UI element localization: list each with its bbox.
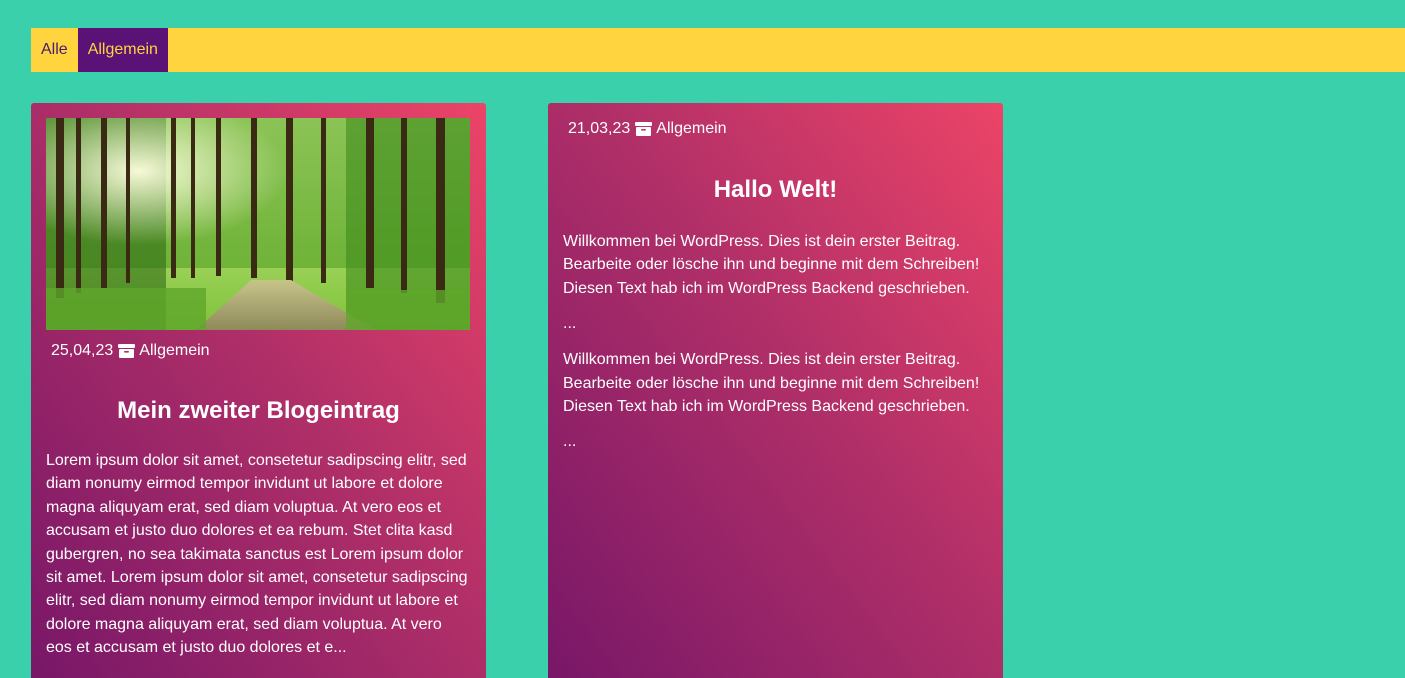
- archive-icon: [118, 344, 136, 358]
- post-excerpt: Willkommen bei WordPress. Dies ist dein …: [563, 233, 980, 297]
- post-date: 21,03,23: [568, 120, 631, 137]
- read-more-ellipsis: ...: [563, 433, 577, 451]
- archive-icon: [635, 122, 653, 136]
- filter-allgemein-button[interactable]: Allgemein: [77, 28, 168, 72]
- post-meta: 21,03,23 Allgemein: [563, 118, 988, 140]
- post-excerpt: Lorem ipsum dolor sit amet, consetetur s…: [46, 452, 468, 657]
- post-card[interactable]: 25,04,23 Allgemein Mein zweiter Blogeint…: [31, 103, 486, 678]
- post-category-link[interactable]: Allgemein: [656, 120, 726, 138]
- post-thumbnail-forest-image[interactable]: [46, 118, 470, 330]
- post-title[interactable]: Hallo Welt!: [563, 176, 988, 204]
- category-filter-bar: Alle Allgemein: [31, 28, 1405, 72]
- read-more-ellipsis: ...: [563, 315, 577, 333]
- filter-all-button[interactable]: Alle: [31, 28, 78, 72]
- post-title[interactable]: Mein zweiter Blogeintrag: [46, 397, 471, 425]
- post-category-link[interactable]: Allgemein: [139, 342, 209, 360]
- post-meta: 25,04,23 Allgemein: [46, 340, 471, 362]
- post-date: 25,04,23: [51, 342, 114, 359]
- post-excerpt: Willkommen bei WordPress. Dies ist dein …: [563, 351, 980, 416]
- post-card[interactable]: 21,03,23 Allgemein Hallo Welt! Willkomme…: [548, 103, 1003, 678]
- page: Alle Allgemein 25,04,23 Allgemein Mein z…: [0, 0, 1405, 678]
